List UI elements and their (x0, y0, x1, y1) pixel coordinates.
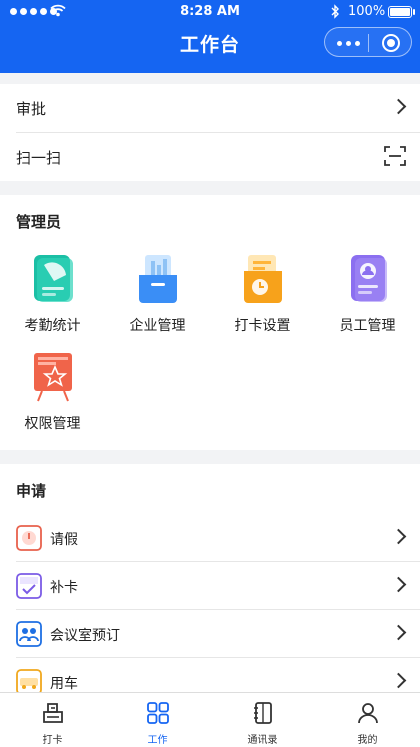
chevron-right-icon (390, 576, 407, 593)
scan-icon (384, 146, 406, 166)
app-header: 8:28 AM 100% 工作台 (0, 0, 420, 73)
tab-bar: 打卡 工作 通讯录 我的 (0, 692, 420, 747)
status-bar: 8:28 AM 100% (0, 0, 420, 24)
scan-row[interactable]: 扫一扫 (0, 133, 420, 181)
meeting-room-row[interactable]: 会议室预订 (0, 610, 420, 658)
tab-work-label: 工作 (147, 735, 168, 746)
employee-management-icon (351, 255, 387, 302)
apply-card: 申请 请假 补卡 会议室预订 用车 (0, 464, 420, 695)
clock-in-settings-label: 打卡设置 (234, 318, 291, 334)
clock-in-settings-icon (244, 255, 282, 303)
profile-icon (358, 703, 378, 724)
chevron-right-icon (390, 624, 407, 641)
permission-management-item[interactable]: 权限管理 (0, 351, 105, 446)
chevron-right-icon (390, 528, 407, 545)
tab-work[interactable]: 工作 (105, 693, 210, 747)
more-icon[interactable] (337, 41, 360, 46)
miniprogram-capsule (324, 27, 412, 57)
quick-menu-card: 审批 扫一扫 (0, 84, 420, 181)
approval-label: 审批 (16, 100, 47, 118)
attendance-stats-label: 考勤统计 (24, 318, 81, 334)
tab-contacts-label: 通讯录 (247, 735, 278, 746)
leave-label: 请假 (50, 532, 78, 548)
leave-row[interactable]: 请假 (0, 514, 420, 562)
enterprise-management-label: 企业管理 (129, 318, 186, 334)
tab-profile-label: 我的 (357, 735, 378, 746)
tab-clock-in-label: 打卡 (42, 735, 63, 746)
close-target-icon[interactable] (382, 34, 400, 52)
tab-profile[interactable]: 我的 (315, 693, 420, 747)
battery-icon (388, 6, 412, 18)
employee-management-item[interactable]: 员工管理 (315, 253, 420, 348)
meeting-room-icon (16, 621, 42, 647)
leave-icon (16, 525, 42, 551)
admin-card: 管理员 考勤统计 企业管理 打卡设置 员工管理 权限管理 (0, 195, 420, 450)
bluetooth-icon (331, 4, 339, 19)
clock-in-settings-item[interactable]: 打卡设置 (210, 253, 315, 348)
car-label: 用车 (50, 676, 78, 692)
enterprise-management-icon (139, 255, 177, 303)
makeup-clock-row[interactable]: 补卡 (0, 562, 420, 610)
chevron-right-icon (390, 98, 407, 115)
clock-in-icon (43, 703, 63, 723)
makeup-clock-icon (16, 573, 42, 599)
approval-row[interactable]: 审批 (0, 84, 420, 132)
admin-section-title: 管理员 (16, 213, 62, 231)
tab-contacts[interactable]: 通讯录 (210, 693, 315, 747)
permission-management-label: 权限管理 (24, 416, 81, 432)
meeting-room-label: 会议室预订 (50, 628, 120, 644)
attendance-stats-icon (34, 255, 73, 302)
enterprise-management-item[interactable]: 企业管理 (105, 253, 210, 348)
chevron-right-icon (390, 672, 407, 689)
makeup-clock-label: 补卡 (50, 580, 78, 596)
scan-label: 扫一扫 (16, 149, 62, 167)
employee-management-label: 员工管理 (339, 318, 396, 334)
permission-management-icon (34, 353, 72, 402)
battery-percent: 100% (348, 4, 386, 19)
work-grid-icon (147, 702, 169, 724)
tab-clock-in[interactable]: 打卡 (0, 693, 105, 747)
attendance-stats-item[interactable]: 考勤统计 (0, 253, 105, 348)
apply-section-title: 申请 (16, 482, 47, 500)
contacts-icon (254, 702, 272, 724)
